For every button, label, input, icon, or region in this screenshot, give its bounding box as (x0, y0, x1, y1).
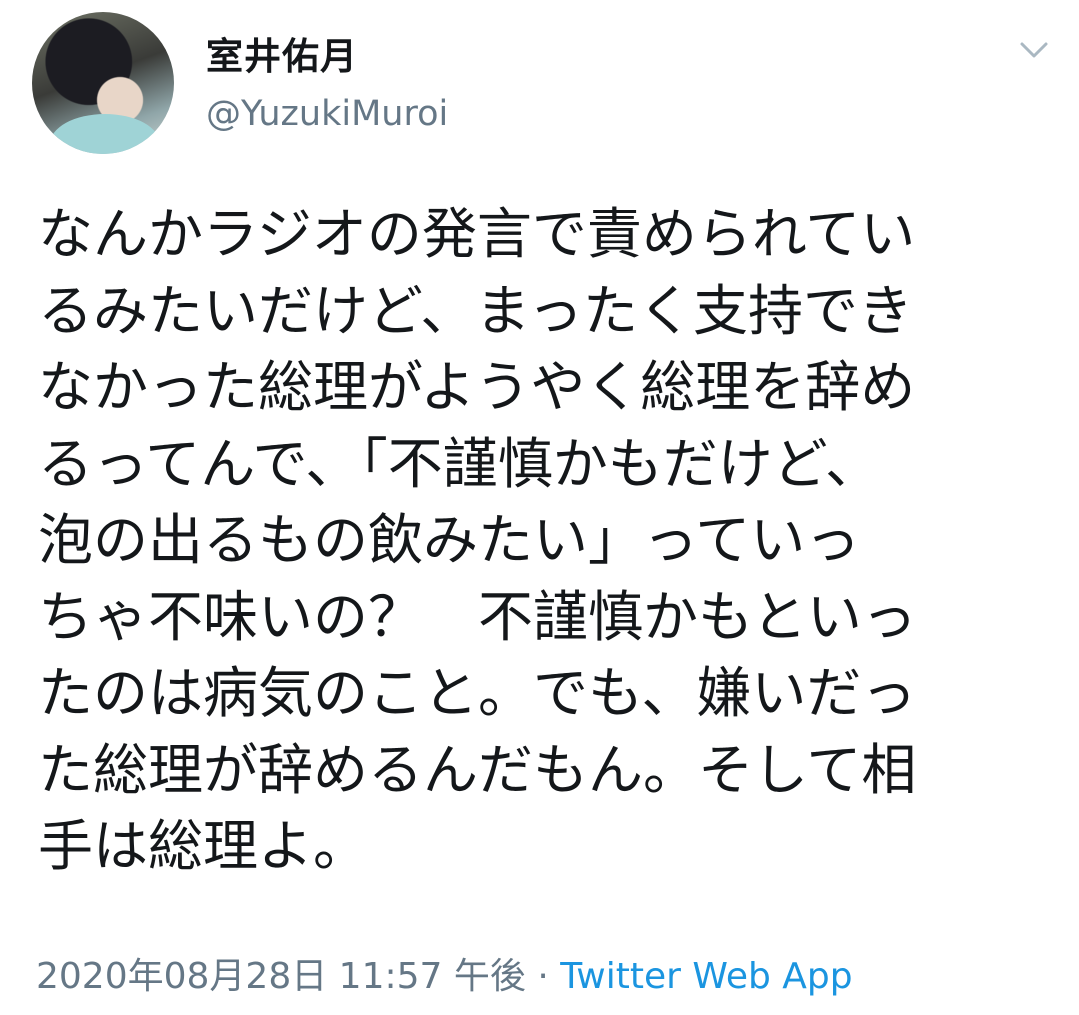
display-name[interactable]: 室井佑月 (206, 26, 358, 80)
tweet-meta: 2020年08月28日 11:57 午後 · Twitter Web App (36, 952, 853, 1002)
chevron-down-icon[interactable] (1016, 38, 1052, 62)
tweet-text: なんかラジオの発言で責められてい るみたいだけど、まったく支持でき なかった総理… (38, 202, 917, 878)
avatar-shoulder (50, 114, 160, 154)
tweet-source-link[interactable]: Twitter Web App (560, 956, 852, 997)
avatar[interactable] (32, 12, 174, 154)
tweet-timestamp[interactable]: 2020年08月28日 11:57 午後 (36, 956, 526, 997)
meta-separator: · (537, 956, 549, 997)
tweet: 室井佑月 @YuzukiMuroi なんかラジオの発言で責められてい るみたいだ… (0, 0, 1079, 1015)
user-handle[interactable]: @YuzukiMuroi (206, 94, 448, 134)
